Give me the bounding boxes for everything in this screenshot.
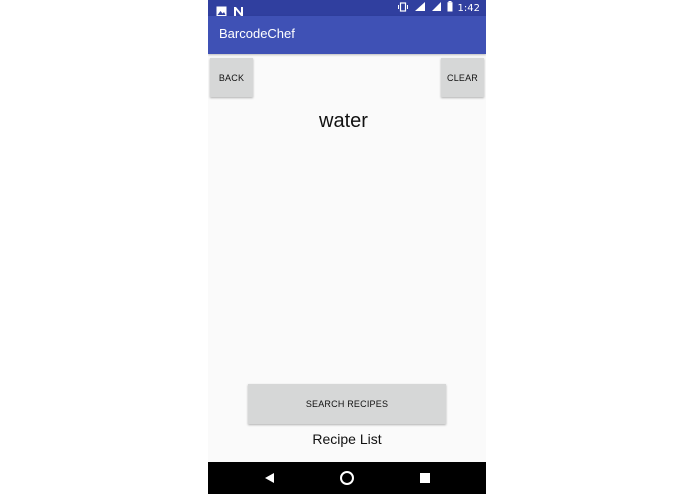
app-title: BarcodeChef (219, 26, 295, 41)
status-right-icons: 1:42 (397, 1, 480, 15)
home-icon[interactable] (339, 470, 355, 486)
battery-icon (447, 1, 453, 15)
signal-icon (431, 1, 442, 15)
vibrate-icon (397, 1, 409, 15)
phone-screen: 1:42 BarcodeChef BACK CLEAR water SEARCH… (208, 0, 486, 494)
ingredient-text: water (319, 110, 368, 132)
clear-button[interactable]: CLEAR (441, 58, 484, 97)
app-bar: BarcodeChef (208, 16, 486, 54)
recents-icon[interactable] (417, 470, 433, 486)
status-bar: 1:42 (208, 0, 486, 17)
status-time: 1:42 (457, 2, 480, 14)
search-recipes-button[interactable]: SEARCH RECIPES (248, 384, 446, 424)
lte-signal-icon (414, 1, 426, 15)
navigation-bar (208, 462, 486, 494)
recipe-list-label: Recipe List (312, 431, 382, 447)
back-button[interactable]: BACK (210, 58, 253, 97)
back-icon[interactable] (261, 470, 277, 486)
